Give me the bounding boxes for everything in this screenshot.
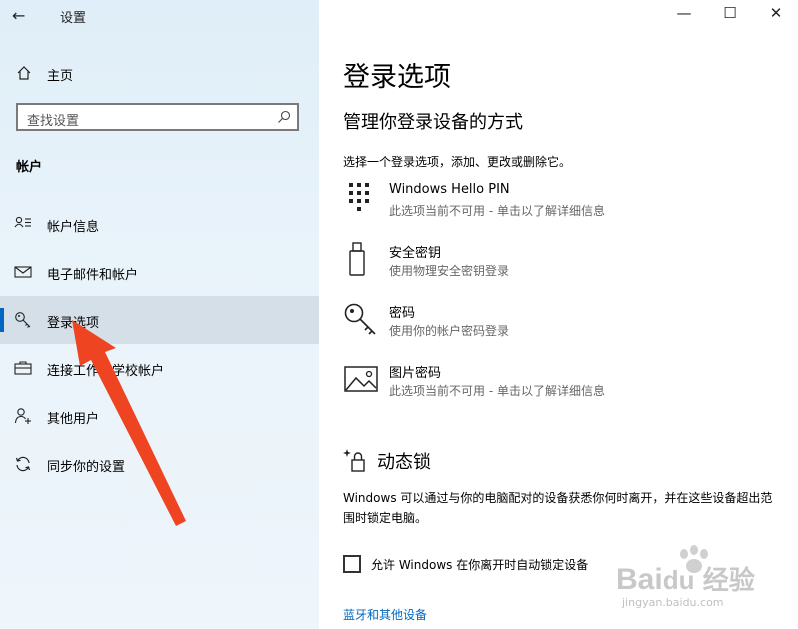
page-title: 登录选项 bbox=[343, 62, 451, 93]
close-button[interactable]: ✕ bbox=[753, 4, 798, 28]
section-heading: 帐户 bbox=[16, 160, 43, 175]
mail-icon bbox=[14, 266, 32, 278]
person-info-icon bbox=[14, 216, 31, 228]
title-bar-left: ← 设置 bbox=[0, 0, 319, 32]
search-input[interactable]: 查找设置 bbox=[16, 103, 299, 131]
sidebar-item-other-users[interactable]: 其他用户 bbox=[0, 392, 319, 440]
picture-icon bbox=[344, 366, 378, 392]
option-subtitle: 使用你的帐户密码登录 bbox=[389, 324, 510, 338]
sidebar-item-label: 其他用户 bbox=[47, 412, 100, 427]
option-security-key[interactable]: 安全密钥 使用物理安全密钥登录 bbox=[343, 242, 783, 288]
sync-icon bbox=[15, 456, 31, 472]
page-description: 选择一个登录选项，添加、更改或删除它。 bbox=[343, 155, 572, 169]
auto-lock-checkbox[interactable] bbox=[343, 555, 361, 573]
app-title: 设置 bbox=[60, 11, 87, 26]
sidebar-item-sign-in-options[interactable]: 登录选项 bbox=[0, 296, 319, 344]
sidebar-item-label: 同步你的设置 bbox=[47, 460, 126, 475]
option-title: 密码 bbox=[389, 306, 416, 321]
watermark-url: jingyan.baidu.com bbox=[622, 596, 724, 609]
option-subtitle: 此选项当前不可用 - 单击以了解详细信息 bbox=[389, 204, 605, 218]
minimize-button[interactable]: — bbox=[661, 4, 707, 28]
briefcase-icon bbox=[14, 361, 32, 375]
baidu-watermark: Baidu 经验 jingyan.baidu.com bbox=[614, 540, 794, 620]
usb-key-icon bbox=[349, 242, 365, 276]
maximize-button[interactable]: ☐ bbox=[707, 4, 753, 28]
option-subtitle: 此选项当前不可用 - 单击以了解详细信息 bbox=[389, 384, 605, 398]
dynamic-lock-title: 动态锁 bbox=[377, 452, 431, 473]
option-picture-password[interactable]: 图片密码 此选项当前不可用 - 单击以了解详细信息 bbox=[343, 362, 783, 408]
sidebar-home[interactable]: 主页 bbox=[0, 56, 319, 90]
dynamic-lock-description: Windows 可以通过与你的电脑配对的设备获悉你何时离开，并在这些设备超出范围… bbox=[343, 491, 773, 525]
auto-lock-checkbox-label[interactable]: 允许 Windows 在你离开时自动锁定设备 bbox=[371, 556, 588, 573]
key-icon bbox=[15, 312, 31, 328]
key-icon bbox=[344, 303, 376, 335]
option-windows-hello-pin[interactable]: Windows Hello PIN 此选项当前不可用 - 单击以了解详细信息 bbox=[343, 182, 783, 228]
option-title: 安全密钥 bbox=[389, 246, 442, 261]
dynamic-lock-icon bbox=[343, 449, 365, 472]
option-title: Windows Hello PIN bbox=[389, 182, 510, 197]
sidebar-item-work-school[interactable]: 连接工作或学校帐户 bbox=[0, 344, 319, 392]
home-icon bbox=[17, 66, 31, 80]
sidebar-item-label: 帐户信息 bbox=[47, 220, 100, 235]
watermark-brand: Bai bbox=[616, 563, 663, 596]
watermark-cn: 经验 bbox=[702, 565, 755, 595]
bluetooth-devices-link[interactable]: 蓝牙和其他设备 bbox=[343, 606, 427, 623]
sidebar-item-label: 电子邮件和帐户 bbox=[47, 268, 139, 283]
pin-keypad-icon bbox=[349, 183, 369, 211]
search-placeholder: 查找设置 bbox=[27, 114, 80, 129]
active-indicator bbox=[0, 308, 4, 332]
sidebar: ← 设置 主页 查找设置 帐户 帐户信息 电子邮件和帐户 登录选项 连接工作或学… bbox=[0, 0, 319, 629]
option-password[interactable]: 密码 使用你的帐户密码登录 bbox=[343, 302, 783, 348]
sidebar-item-account-info[interactable]: 帐户信息 bbox=[0, 200, 319, 248]
add-person-icon bbox=[14, 408, 31, 424]
sidebar-item-label: 登录选项 bbox=[47, 316, 100, 331]
sidebar-home-label: 主页 bbox=[47, 69, 74, 84]
sidebar-item-email[interactable]: 电子邮件和帐户 bbox=[0, 248, 319, 296]
sidebar-item-label: 连接工作或学校帐户 bbox=[47, 364, 165, 379]
search-icon[interactable] bbox=[277, 110, 291, 124]
back-arrow-icon[interactable]: ← bbox=[12, 6, 25, 25]
option-subtitle: 使用物理安全密钥登录 bbox=[389, 264, 510, 278]
watermark-brand-2: du bbox=[662, 565, 695, 595]
option-title: 图片密码 bbox=[389, 366, 442, 381]
sidebar-item-sync[interactable]: 同步你的设置 bbox=[0, 440, 319, 488]
page-subtitle: 管理你登录设备的方式 bbox=[343, 112, 523, 133]
